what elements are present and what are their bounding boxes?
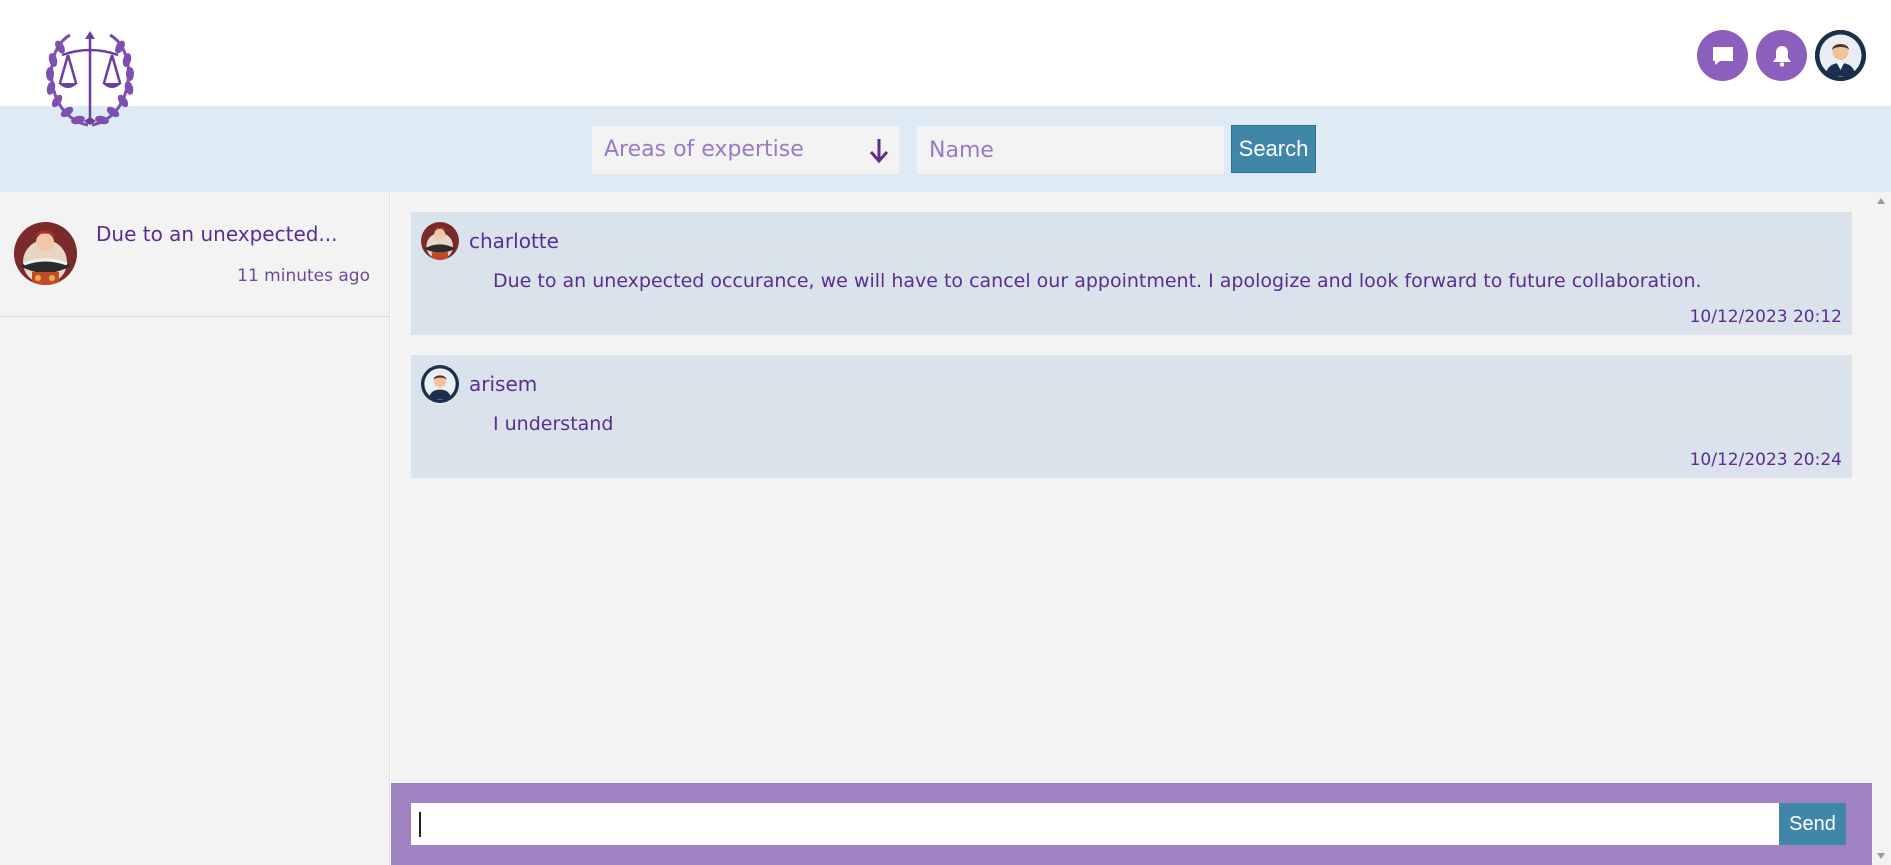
bell-icon [1772, 45, 1791, 67]
charlotte-avatar-image [421, 222, 459, 260]
message-author: arisem [469, 372, 538, 396]
message-card: charlotte Due to an unexpected occurance… [411, 212, 1852, 335]
message-author: charlotte [469, 229, 559, 253]
messages-button[interactable] [1697, 30, 1748, 81]
site-logo[interactable] [40, 25, 140, 129]
expertise-select[interactable]: Areas of expertise [592, 126, 899, 174]
conversation-preview: Due to an unexpected... [96, 222, 338, 246]
search-bar: Areas of expertise Search [0, 106, 1891, 192]
chat-bubble-icon [1712, 46, 1733, 65]
name-search-input[interactable] [917, 126, 1224, 174]
contact-avatar-image [14, 222, 77, 285]
send-button[interactable]: Send [1779, 803, 1846, 845]
user-avatar-icon [1815, 30, 1866, 81]
conversation-item[interactable]: Due to an unexpected... 11 minutes ago [0, 192, 390, 317]
chat-thread: charlotte Due to an unexpected occurance… [391, 192, 1872, 783]
message-timestamp: 10/12/2023 20:24 [1689, 450, 1842, 470]
text-cursor [419, 812, 421, 837]
arisem-avatar-image [421, 365, 459, 403]
profile-avatar[interactable] [1815, 30, 1866, 81]
search-button[interactable]: Search [1231, 125, 1316, 173]
message-avatar [421, 222, 459, 260]
message-input[interactable] [411, 803, 1779, 845]
message-text: I understand [493, 413, 614, 435]
scroll-up-icon[interactable] [1877, 198, 1885, 204]
notifications-button[interactable] [1756, 30, 1807, 81]
scales-of-justice-logo [46, 31, 134, 127]
message-text: Due to an unexpected occurance, we will … [493, 270, 1702, 292]
message-avatar [421, 365, 459, 403]
message-card: arisem I understand 10/12/2023 20:24 [411, 355, 1852, 478]
chat-scrollbar[interactable] [1872, 192, 1891, 865]
message-composer: Send [391, 783, 1872, 865]
conversation-time: 11 minutes ago [237, 266, 370, 286]
message-timestamp: 10/12/2023 20:12 [1689, 307, 1842, 327]
arrow-down-icon [869, 139, 889, 164]
expertise-select-label: Areas of expertise [604, 137, 804, 162]
conversation-list: Due to an unexpected... 11 minutes ago [0, 192, 390, 865]
scroll-down-icon[interactable] [1877, 853, 1885, 859]
top-header [0, 0, 1891, 106]
contact-avatar [14, 222, 77, 285]
